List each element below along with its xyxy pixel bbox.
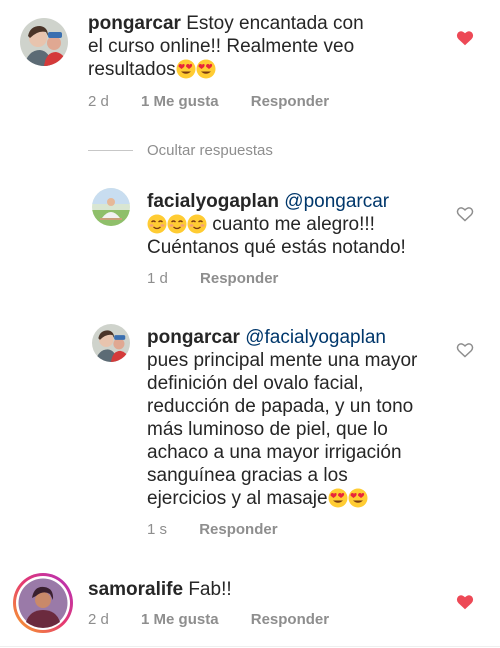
reply-line: sanguínea gracias a los bbox=[147, 465, 348, 486]
reply-meta: 1 d Responder bbox=[147, 270, 278, 287]
comment-line: resultados bbox=[88, 59, 176, 80]
heart-eyes-emoji bbox=[176, 59, 196, 79]
mention-link[interactable]: @facialyogaplan bbox=[245, 327, 386, 348]
reply-username[interactable]: facialyogaplan bbox=[147, 191, 279, 212]
reply-line: definición del ovalo facial, bbox=[147, 373, 364, 394]
reply-button[interactable]: Responder bbox=[251, 93, 329, 110]
reply-line: cuanto me alegro!!! bbox=[212, 214, 375, 235]
reply-facialyogaplan: facialyogaplan @pongarcar cuanto me aleg… bbox=[0, 180, 500, 300]
avatar-samoralife[interactable] bbox=[12, 572, 74, 634]
comment-username[interactable]: samoralife bbox=[88, 579, 183, 600]
reply-username[interactable]: pongarcar bbox=[147, 327, 240, 348]
reply-time: 1 d bbox=[147, 270, 168, 287]
comment-line: Fab!! bbox=[188, 579, 232, 600]
reply-pongarcar: pongarcar @facialyogaplan pues principal… bbox=[0, 316, 500, 546]
avatar-pongarcar[interactable] bbox=[20, 18, 68, 66]
liked-heart-icon[interactable] bbox=[456, 30, 474, 46]
heart-eyes-emoji bbox=[196, 59, 216, 79]
comment-username[interactable]: pongarcar bbox=[88, 13, 181, 34]
comment-time: 2 d bbox=[88, 611, 109, 628]
reply-button[interactable]: Responder bbox=[251, 611, 329, 628]
reply-line: más luminoso de piel, que lo bbox=[147, 419, 388, 440]
avatar-facialyogaplan[interactable] bbox=[92, 188, 130, 226]
reply-line: Cuéntanos qué estás notando! bbox=[147, 237, 406, 258]
smiling-blush-emoji bbox=[187, 214, 207, 234]
heart-outline-icon[interactable] bbox=[456, 342, 474, 358]
heart-outline-icon[interactable] bbox=[456, 206, 474, 222]
mention-link[interactable]: @pongarcar bbox=[284, 191, 389, 212]
reply-text: pongarcar @facialyogaplan pues principal… bbox=[147, 326, 447, 510]
comment-text: samoralife Fab!! bbox=[88, 578, 428, 601]
reply-button[interactable]: Responder bbox=[200, 270, 278, 287]
reply-line: reducción de papada, y un tono bbox=[147, 396, 414, 417]
comment-meta: 2 d 1 Me gusta Responder bbox=[88, 611, 329, 628]
smiling-blush-emoji bbox=[167, 214, 187, 234]
replies-divider bbox=[88, 150, 133, 151]
avatar-pongarcar[interactable] bbox=[92, 324, 130, 362]
likes-count[interactable]: 1 Me gusta bbox=[141, 611, 219, 628]
reply-text: facialyogaplan @pongarcar cuanto me aleg… bbox=[147, 190, 447, 259]
reply-line: achaco a una mayor irrigación bbox=[147, 442, 402, 463]
likes-count[interactable]: 1 Me gusta bbox=[141, 93, 219, 110]
smiling-blush-emoji bbox=[147, 214, 167, 234]
liked-heart-icon[interactable] bbox=[456, 594, 474, 610]
heart-eyes-emoji bbox=[348, 488, 368, 508]
comment-samoralife: samoralife Fab!! 2 d 1 Me gusta Responde… bbox=[0, 566, 500, 648]
bottom-divider bbox=[0, 646, 500, 647]
heart-eyes-emoji bbox=[328, 488, 348, 508]
hide-replies-button[interactable]: Ocultar respuestas bbox=[147, 142, 273, 159]
comment-line: el curso online!! Realmente veo bbox=[88, 36, 355, 57]
comment-meta: 2 d 1 Me gusta Responder bbox=[88, 93, 329, 110]
comment-text: pongarcar Estoy encantada con el curso o… bbox=[88, 12, 428, 81]
comment-pongarcar: pongarcar Estoy encantada con el curso o… bbox=[0, 0, 500, 120]
comment-time: 2 d bbox=[88, 93, 109, 110]
reply-line: ejercicios y al masaje bbox=[147, 488, 328, 509]
reply-line: pues principal mente una mayor bbox=[147, 350, 418, 371]
comment-line: Estoy encantada con bbox=[186, 13, 364, 34]
reply-meta: 1 s Responder bbox=[147, 521, 278, 538]
reply-time: 1 s bbox=[147, 521, 168, 538]
reply-button[interactable]: Responder bbox=[199, 521, 277, 538]
